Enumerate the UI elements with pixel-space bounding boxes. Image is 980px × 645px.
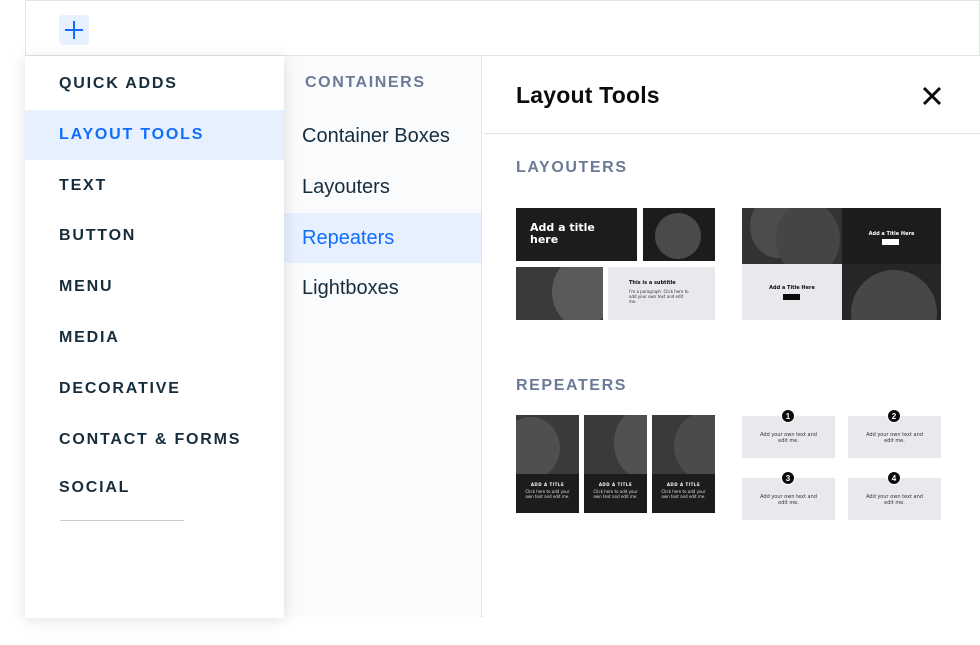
layouter-title-text: Add a title here: [530, 221, 595, 246]
layouter-image-tile: [516, 267, 603, 320]
layouter-thumbnail[interactable]: Add a Title Here Add a Title Here: [742, 208, 941, 320]
repeater-item-image: [652, 415, 715, 474]
repeater-thumbnail[interactable]: ADD A TITLE Click here to add your own t…: [516, 415, 715, 513]
category-label: SOCIAL: [59, 479, 131, 496]
panel-header: Layout Tools: [483, 56, 980, 134]
image-circle: [552, 267, 603, 320]
subcategory-panel: CONTAINERS Container Boxes Layouters Rep…: [284, 56, 482, 617]
number-badge: 4: [887, 471, 901, 485]
category-text[interactable]: TEXT: [25, 161, 284, 211]
image-circle: [655, 213, 701, 259]
layouter-image-tile: [643, 208, 715, 261]
subcategory-label: Repeaters: [302, 226, 395, 249]
repeater-item: ADD A TITLE Click here to add your own t…: [652, 415, 715, 513]
category-media[interactable]: MEDIA: [25, 313, 284, 363]
section-title-layouters: LAYOUTERS: [516, 159, 628, 176]
add-panel-categories: QUICK ADDS LAYOUT TOOLS TEXT BUTTON MENU…: [25, 56, 284, 618]
repeater-item-text: Click here to add your own text and edit…: [525, 489, 570, 499]
repeater-thumbnail[interactable]: Add your own text and edit me. 1 Add you…: [742, 408, 941, 520]
category-decorative[interactable]: DECORATIVE: [25, 364, 284, 414]
layouter-title-text: Add a Title Here: [769, 285, 815, 291]
category-quick-adds[interactable]: QUICK ADDS: [25, 59, 284, 109]
close-icon[interactable]: [920, 84, 944, 108]
category-label: TEXT: [59, 177, 108, 194]
category-label: DECORATIVE: [59, 380, 181, 397]
subcategory-repeaters[interactable]: Repeaters: [284, 213, 481, 263]
number-badge: 3: [781, 471, 795, 485]
divider: [60, 520, 184, 521]
image-circle: [614, 415, 647, 474]
button-shape: [783, 294, 800, 300]
category-contact-forms[interactable]: CONTACT & FORMS: [25, 415, 284, 465]
panel-title: Layout Tools: [516, 82, 660, 108]
category-label: BUTTON: [59, 227, 137, 244]
layouter-title-tile: Add a title here: [516, 208, 637, 261]
layouter-thumbnail[interactable]: Add a title here This is a subtitle I'm …: [516, 208, 715, 320]
category-label: MENU: [59, 278, 114, 295]
subcategory-label: Container Boxes: [302, 124, 450, 147]
button-shape: [882, 239, 899, 245]
layouter-title-text: Add a Title Here: [868, 231, 915, 237]
repeater-item-text: Click here to add your own text and edit…: [661, 489, 706, 499]
plus-icon: [65, 21, 83, 39]
repeater-item-image: [584, 415, 647, 474]
category-label: MEDIA: [59, 329, 120, 346]
category-social[interactable]: SOCIAL: [25, 463, 284, 513]
category-label: QUICK ADDS: [59, 75, 178, 92]
add-elements-button[interactable]: [59, 15, 89, 45]
layouter-title-tile: Add a Title Here: [742, 264, 842, 320]
repeater-item-image: [516, 415, 579, 474]
repeater-item-text: Add your own text and edit me.: [760, 494, 817, 506]
repeater-item-title: ADD A TITLE: [666, 482, 701, 487]
repeater-item-title: ADD A TITLE: [598, 482, 633, 487]
repeater-item-text: Add your own text and edit me.: [866, 494, 923, 506]
category-menu[interactable]: MENU: [25, 262, 284, 312]
layout-tools-panel: Layout Tools LAYOUTERS Add a title here …: [483, 56, 980, 617]
layouter-paragraph: I'm a paragraph. Click here to add your …: [629, 289, 689, 304]
category-label: LAYOUT TOOLS: [59, 126, 205, 143]
number-badge: 2: [887, 409, 901, 423]
layouter-title-tile: Add a Title Here: [842, 208, 941, 264]
subcategory-container-boxes[interactable]: Container Boxes: [284, 111, 481, 161]
layouter-text-tile: This is a subtitle I'm a paragraph. Clic…: [608, 267, 715, 320]
repeater-item-text: Add your own text and edit me.: [760, 432, 817, 444]
layouter-image-tile: [842, 264, 941, 320]
repeater-item-title: ADD A TITLE: [530, 482, 565, 487]
repeater-item: ADD A TITLE Click here to add your own t…: [516, 415, 579, 513]
repeater-item-text: Click here to add your own text and edit…: [593, 489, 638, 499]
subcategory-lightboxes[interactable]: Lightboxes: [284, 263, 481, 313]
repeater-item-text: Add your own text and edit me.: [866, 432, 923, 444]
top-toolbar: [25, 0, 980, 56]
number-badge: 1: [781, 409, 795, 423]
category-layout-tools[interactable]: LAYOUT TOOLS: [25, 110, 284, 160]
layouter-image-tile: [742, 208, 842, 264]
category-button[interactable]: BUTTON: [25, 211, 284, 261]
repeater-item: ADD A TITLE Click here to add your own t…: [584, 415, 647, 513]
image-circle: [674, 415, 715, 474]
subcategory-heading: CONTAINERS: [305, 74, 426, 91]
image-circle: [851, 270, 937, 320]
subcategory-layouters[interactable]: Layouters: [284, 162, 481, 212]
image-circle: [516, 417, 560, 474]
subcategory-label: Lightboxes: [302, 276, 399, 299]
layouter-subtitle: This is a subtitle: [629, 280, 676, 286]
image-circle: [776, 208, 840, 264]
subcategory-label: Layouters: [302, 175, 390, 198]
category-label: CONTACT & FORMS: [59, 431, 242, 448]
section-title-repeaters: REPEATERS: [516, 377, 628, 394]
